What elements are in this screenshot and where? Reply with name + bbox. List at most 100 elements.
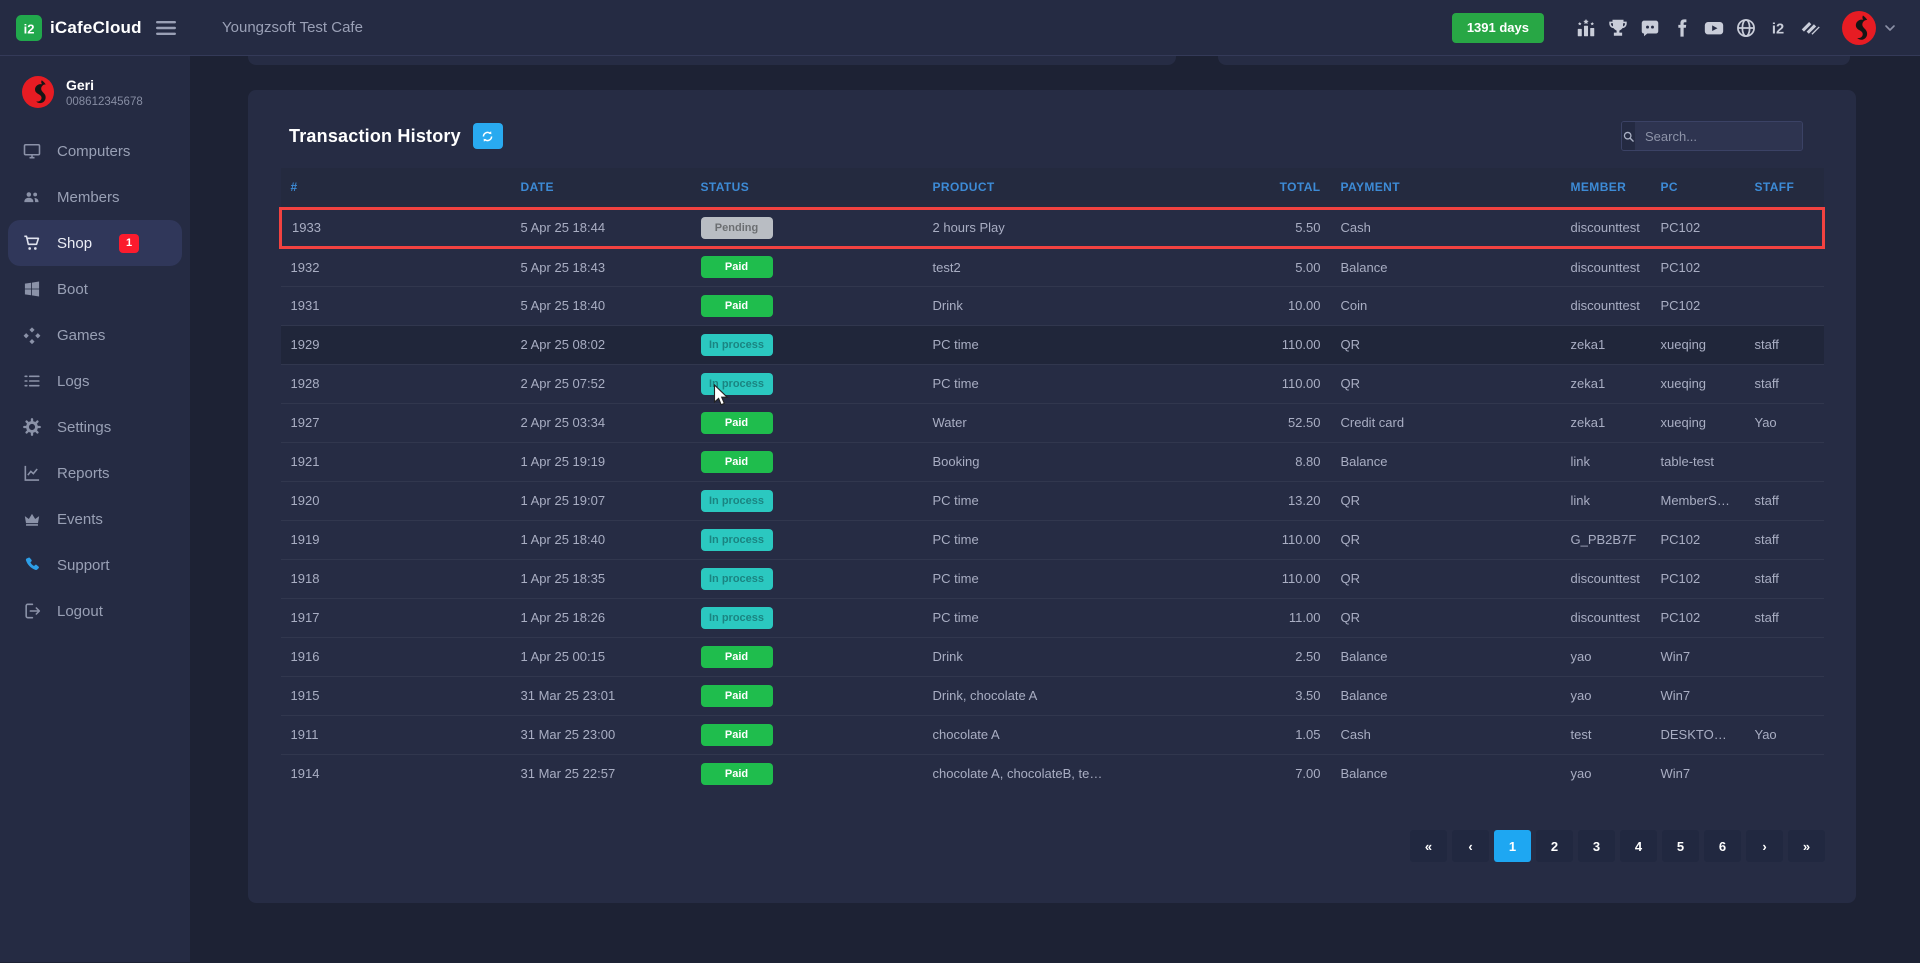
transaction-row-1915[interactable]: 1915 31 Mar 25 23:01 Paid Drink, chocola… (281, 676, 1824, 715)
transaction-row-1914[interactable]: 1914 31 Mar 25 22:57 Paid chocolate A, c… (281, 754, 1824, 793)
page-2-button[interactable]: 2 (1536, 830, 1573, 862)
cell-member: zeka1 (1561, 403, 1651, 442)
layers-icon[interactable] (1799, 17, 1821, 39)
transaction-row-1911[interactable]: 1911 31 Mar 25 23:00 Paid chocolate A 1.… (281, 715, 1824, 754)
cell-total: 8.80 (1191, 442, 1331, 481)
facebook-icon[interactable] (1671, 17, 1693, 39)
youtube-icon[interactable] (1703, 17, 1725, 39)
transaction-table: # DATE STATUS PRODUCT TOTAL PAYMENT MEMB… (279, 168, 1825, 793)
cell-total: 2.50 (1191, 637, 1331, 676)
search-input[interactable] (1635, 122, 1803, 150)
page-prev-button[interactable]: ‹ (1452, 830, 1489, 862)
cell-date: 31 Mar 25 22:57 (511, 754, 691, 793)
computers-icon (22, 141, 42, 161)
sidebar-item-members[interactable]: Members (8, 174, 182, 220)
cell-payment: QR (1331, 364, 1561, 403)
cell-pc: DESKTOP-Q… (1651, 715, 1745, 754)
status-badge: In process (701, 607, 773, 629)
cell-payment: Balance (1331, 676, 1561, 715)
cell-status: In process (691, 364, 923, 403)
content-area: Transaction History (190, 56, 1920, 962)
cell-pc: PC102 (1651, 559, 1745, 598)
cell-date: 1 Apr 25 18:26 (511, 598, 691, 637)
search-icon[interactable] (1622, 122, 1635, 150)
sidebar-user-avatar-icon (22, 76, 54, 108)
user-avatar[interactable] (1842, 11, 1876, 45)
cell-staff (1745, 754, 1824, 793)
transaction-row-1918[interactable]: 1918 1 Apr 25 18:35 In process PC time 1… (281, 559, 1824, 598)
transaction-row-1919[interactable]: 1919 1 Apr 25 18:40 In process PC time 1… (281, 520, 1824, 559)
page-last-button[interactable]: » (1788, 830, 1825, 862)
refresh-button[interactable] (473, 123, 503, 149)
chevron-down-icon[interactable] (1882, 20, 1898, 36)
subscription-days-badge[interactable]: 1391 days (1452, 13, 1544, 43)
page-next-button[interactable]: › (1746, 830, 1783, 862)
events-icon (22, 509, 42, 529)
cell-product: chocolate A (923, 715, 1191, 754)
cell-member: yao (1561, 754, 1651, 793)
page-1-button[interactable]: 1 (1494, 830, 1531, 862)
transaction-row-1933[interactable]: 1933 5 Apr 25 18:44 Pending 2 hours Play… (281, 208, 1824, 247)
reports-icon (22, 463, 42, 483)
cell-total: 11.00 (1191, 598, 1331, 637)
sidebar-item-logs[interactable]: Logs (8, 358, 182, 404)
cell-total: 110.00 (1191, 325, 1331, 364)
cell-pc: MemberSy… (1651, 481, 1745, 520)
status-badge: In process (701, 490, 773, 512)
cell-product: PC time (923, 364, 1191, 403)
logs-icon (22, 371, 42, 391)
sidebar-item-support[interactable]: Support (8, 542, 182, 588)
cell-product: Drink (923, 286, 1191, 325)
page-title: Transaction History (289, 126, 461, 147)
sidebar-item-boot[interactable]: Boot (8, 266, 182, 312)
icafecloud-logo-icon[interactable]: i2 (16, 15, 42, 41)
sidebar-item-settings[interactable]: Settings (8, 404, 182, 450)
hamburger-menu-icon[interactable] (156, 20, 176, 36)
transaction-row-1927[interactable]: 1927 2 Apr 25 03:34 Paid Water 52.50 Cre… (281, 403, 1824, 442)
col-header-payment: PAYMENT (1331, 168, 1561, 208)
cell-status: Paid (691, 754, 923, 793)
sidebar-item-events[interactable]: Events (8, 496, 182, 542)
cell-product: Drink, chocolate A (923, 676, 1191, 715)
sidebar-item-logout[interactable]: Logout (8, 588, 182, 634)
col-header-date: DATE (511, 168, 691, 208)
cell-date: 5 Apr 25 18:40 (511, 286, 691, 325)
cell-product: Booking (923, 442, 1191, 481)
transaction-row-1916[interactable]: 1916 1 Apr 25 00:15 Paid Drink 2.50 Bala… (281, 637, 1824, 676)
globe-icon[interactable] (1735, 17, 1757, 39)
topbar-right: 1391 days i2 (1452, 11, 1920, 45)
sidebar-item-label: Computers (57, 143, 130, 160)
icafe-logo-icon[interactable]: i2 (1767, 17, 1789, 39)
cell-pc: PC102 (1651, 247, 1745, 286)
cell-total: 5.00 (1191, 247, 1331, 286)
cell-pc: xueqing (1651, 325, 1745, 364)
cell-id: 1915 (281, 676, 511, 715)
cell-member: discounttest (1561, 208, 1651, 247)
transaction-row-1928[interactable]: 1928 2 Apr 25 07:52 In process PC time 1… (281, 364, 1824, 403)
cell-product: Drink (923, 637, 1191, 676)
transaction-row-1917[interactable]: 1917 1 Apr 25 18:26 In process PC time 1… (281, 598, 1824, 637)
status-badge: Paid (701, 646, 773, 668)
page-5-button[interactable]: 5 (1662, 830, 1699, 862)
sidebar-item-shop[interactable]: Shop 1 (8, 220, 182, 266)
transaction-row-1920[interactable]: 1920 1 Apr 25 19:07 In process PC time 1… (281, 481, 1824, 520)
cell-staff: staff (1745, 559, 1824, 598)
page-6-button[interactable]: 6 (1704, 830, 1741, 862)
page-3-button[interactable]: 3 (1578, 830, 1615, 862)
sidebar-item-games[interactable]: Games (8, 312, 182, 358)
transaction-row-1932[interactable]: 1932 5 Apr 25 18:43 Paid test2 5.00 Bala… (281, 247, 1824, 286)
sidebar-item-label: Logs (57, 373, 90, 390)
transaction-row-1931[interactable]: 1931 5 Apr 25 18:40 Paid Drink 10.00 Coi… (281, 286, 1824, 325)
leaderboard-icon[interactable] (1575, 17, 1597, 39)
sidebar-item-computers[interactable]: Computers (8, 128, 182, 174)
transaction-row-1929[interactable]: 1929 2 Apr 25 08:02 In process PC time 1… (281, 325, 1824, 364)
sidebar-item-reports[interactable]: Reports (8, 450, 182, 496)
page-4-button[interactable]: 4 (1620, 830, 1657, 862)
trophy-icon[interactable] (1607, 17, 1629, 39)
page-first-button[interactable]: « (1410, 830, 1447, 862)
settings-icon (22, 417, 42, 437)
transaction-row-1921[interactable]: 1921 1 Apr 25 19:19 Paid Booking 8.80 Ba… (281, 442, 1824, 481)
cell-date: 31 Mar 25 23:01 (511, 676, 691, 715)
discord-icon[interactable] (1639, 17, 1661, 39)
svg-text:i2: i2 (1772, 21, 1784, 37)
